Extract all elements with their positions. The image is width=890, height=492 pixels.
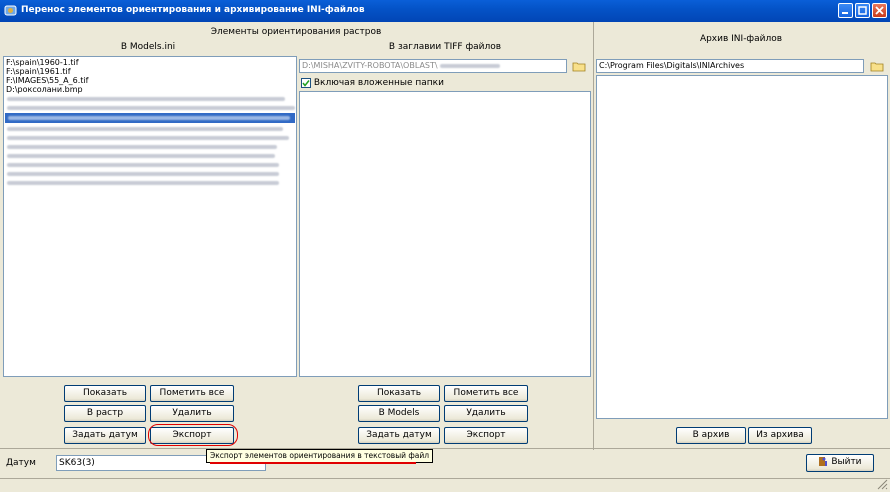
minimize-button[interactable] — [838, 3, 853, 18]
tiff-header: В заглавии TIFF файлов — [388, 42, 502, 52]
checkbox-check-icon — [301, 78, 311, 88]
maximize-button[interactable] — [855, 3, 870, 18]
set-datum-button[interactable]: Задать датум — [64, 427, 146, 444]
status-bar — [0, 478, 890, 492]
archive-path-field[interactable]: C:\Program Files\Digitals\INIArchives — [596, 59, 864, 73]
set-datum-button[interactable]: Задать датум — [358, 427, 440, 444]
include-subfolders-label: Включая вложенные папки — [313, 78, 444, 88]
models-ini-header: В Models.ini — [120, 42, 176, 52]
list-item[interactable] — [7, 127, 283, 131]
list-item[interactable] — [7, 106, 295, 110]
list-item[interactable]: D:\рокcолани.bmp — [6, 86, 83, 94]
export-highlight-ring — [148, 424, 238, 446]
tiff-path-blurred — [440, 63, 501, 68]
delete-button[interactable]: Удалить — [444, 405, 528, 422]
list-item[interactable] — [7, 163, 279, 167]
to-raster-button[interactable]: В растр — [64, 405, 146, 422]
tiff-path-text: D:\MISHA\ZVITY-ROBOTA\OBLAST\ — [302, 61, 438, 70]
datum-label: Датум — [6, 458, 36, 468]
tooltip-underline — [210, 462, 416, 464]
title-bar[interactable]: Перенос элементов ориентирования и архив… — [0, 0, 890, 22]
export-button[interactable]: Экспорт — [444, 427, 528, 444]
tooltip: Экспорт элементов ориентирования в текст… — [206, 449, 434, 463]
tiff-files-list[interactable] — [299, 91, 591, 377]
exit-door-icon — [819, 457, 828, 466]
list-item[interactable] — [7, 136, 289, 140]
from-archive-button[interactable]: Из архива — [748, 427, 812, 444]
archive-header: Архив INI-файлов — [699, 34, 783, 44]
close-icon — [875, 6, 884, 15]
app-icon — [4, 5, 17, 16]
mark-all-button[interactable]: Пометить все — [150, 385, 234, 402]
delete-button[interactable]: Удалить — [150, 405, 234, 422]
mark-all-button[interactable]: Пометить все — [444, 385, 528, 402]
models-ini-list[interactable]: F:\spain\1960-1.tif F:\spain\1961.tif F:… — [3, 56, 297, 377]
datum-value: SK63(3) — [59, 458, 95, 468]
orientation-header: Элементы ориентирования растров — [210, 27, 382, 37]
list-item[interactable] — [7, 172, 279, 176]
archive-list[interactable] — [596, 75, 888, 419]
divider — [593, 22, 594, 450]
window-title: Перенос элементов ориентирования и архив… — [21, 5, 365, 15]
include-subfolders-checkbox[interactable]: Включая вложенные папки — [301, 78, 444, 89]
folder-icon[interactable] — [868, 59, 886, 73]
list-item[interactable] — [7, 181, 279, 185]
to-models-button[interactable]: В Models — [358, 405, 440, 422]
folder-icon[interactable] — [570, 59, 588, 73]
list-item[interactable]: F:\spain\1960-1.tif — [6, 59, 79, 67]
list-item[interactable] — [7, 97, 285, 101]
divider — [0, 448, 890, 449]
maximize-icon — [858, 6, 867, 15]
list-item[interactable] — [7, 145, 277, 149]
close-button[interactable] — [872, 3, 887, 18]
selected-list-item[interactable] — [5, 113, 295, 123]
list-item[interactable] — [7, 154, 275, 158]
to-archive-button[interactable]: В архив — [676, 427, 746, 444]
tiff-path-field[interactable]: D:\MISHA\ZVITY-ROBOTA\OBLAST\ — [299, 59, 567, 73]
exit-label: Выйти — [831, 457, 862, 467]
exit-button[interactable]: Выйти — [806, 454, 874, 472]
minimize-icon — [842, 12, 848, 14]
show-button[interactable]: Показать — [358, 385, 440, 402]
list-item[interactable]: F:\IMAGES\55_A_6.tif — [6, 77, 88, 85]
list-item[interactable]: F:\spain\1961.tif — [6, 68, 71, 76]
show-button[interactable]: Показать — [64, 385, 146, 402]
resize-grip-icon[interactable] — [876, 478, 888, 490]
